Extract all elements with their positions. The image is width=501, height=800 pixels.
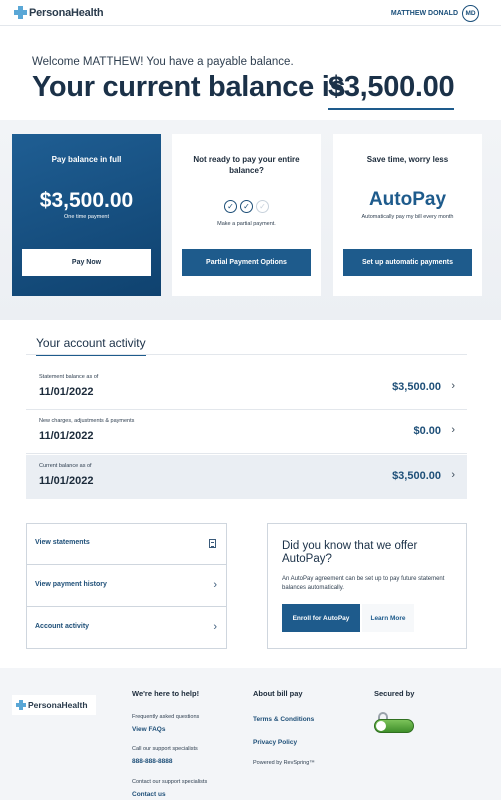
call-label: Call our support specialists [132,746,198,752]
phone-link[interactable]: 888-888-8888 [132,758,172,765]
brand-logo[interactable]: PersonaHealth [14,6,104,19]
card-subtitle: One time payment [64,214,109,220]
partial-payment-options-button[interactable]: Partial Payment Options [182,249,311,276]
view-statements-link[interactable]: View statements [27,524,226,565]
autopay-promo: Did you know that we offer AutoPay? An A… [267,523,467,649]
partial-steps: ✓ ✓ ✓ [172,200,321,213]
activity-label: Current balance as of [39,463,92,469]
contact-us-link[interactable]: Contact us [132,791,166,798]
user-name: MATTHEW DONALD [390,10,458,17]
divider [26,354,467,355]
learn-more-button[interactable]: Learn More [362,604,414,632]
card-subtitle: Automatically pay my bill every month [361,214,454,220]
cross-logo-icon [14,6,27,19]
brand-name: PersonaHealth [29,6,104,19]
promo-title: Did you know that we offer AutoPay? [282,540,418,565]
partial-payment-card: Not ready to pay your entire balance? ✓ … [172,134,321,296]
privacy-link[interactable]: Privacy Policy [253,739,297,746]
avatar[interactable]: MD [462,5,479,22]
document-icon [209,539,216,548]
header: PersonaHealth MATTHEW DONALD MD [0,0,501,26]
activity-date: 11/01/2022 [39,386,94,398]
enroll-autopay-button[interactable]: Enroll for AutoPay [282,604,360,632]
contact-label: Contact our support specialists [132,779,208,785]
check-icon [376,721,386,731]
promo-text: An AutoPay agreement can be set up to pa… [282,576,445,591]
about-heading: About bill pay [253,689,303,698]
account-activity-title: Your account activity [36,336,146,356]
account-activity-link[interactable]: Account activity › [27,608,226,649]
link-label: Account activity [35,623,90,630]
autopay-card: Save time, worry less AutoPay Automatica… [333,134,482,296]
card-title: Not ready to pay your entire balance? [193,155,300,175]
balance-heading: Your current balance is [32,71,346,103]
card-amount: $3,500.00 [39,189,134,212]
activity-amount: $3,500.00 [392,470,441,482]
secured-heading: Secured by [374,689,415,698]
chevron-right-icon: › [213,579,217,591]
secure-seal-icon [374,712,414,734]
chevron-right-icon[interactable]: › [451,424,455,436]
card-subtitle: Make a partial payment. [217,221,276,227]
autopay-headline: AutoPay [368,189,447,210]
terms-link[interactable]: Terms & Conditions [253,716,314,723]
chevron-right-icon[interactable]: › [451,469,455,481]
view-payment-history-link[interactable]: View payment history › [27,566,226,607]
check-circle-icon: ✓ [240,200,253,213]
cross-logo-icon [16,700,26,710]
pay-now-button[interactable]: Pay Now [22,249,151,276]
footer [0,668,501,800]
card-title: Pay balance in full [51,155,122,164]
activity-row-new-charges[interactable]: New charges, adjustments & payments 11/0… [26,410,467,454]
balance-amount: $3,500.00 [328,71,455,110]
activity-amount: $0.00 [413,425,441,437]
activity-row-statement[interactable]: Statement balance as of 11/01/2022 $3,50… [26,366,467,410]
chevron-right-icon: › [213,621,217,633]
pay-in-full-card: Pay balance in full $3,500.00 One time p… [12,134,161,296]
check-circle-icon: ✓ [224,200,237,213]
activity-date: 11/01/2022 [39,430,94,442]
link-label: View statements [35,539,90,546]
activity-label: New charges, adjustments & payments [39,418,135,424]
user-menu[interactable]: MATTHEW DONALD MD [391,5,479,22]
activity-label: Statement balance as of [39,374,99,380]
setup-autopay-button[interactable]: Set up automatic payments [343,249,472,276]
footer-brand-name: PersonaHealth [28,700,88,710]
welcome-message: Welcome MATTHEW! You have a payable bala… [32,56,294,68]
account-links: View statements View payment history › A… [26,523,227,649]
faq-label: Frequently asked questions [132,714,200,720]
powered-by: Powered by RevSpring™ [253,760,315,766]
link-label: View payment history [35,581,107,588]
check-circle-icon: ✓ [256,200,269,213]
footer-brand-logo: PersonaHealth [12,695,96,715]
card-title: Save time, worry less [366,155,449,164]
chevron-right-icon[interactable]: › [451,380,455,392]
view-faqs-link[interactable]: View FAQs [132,726,165,733]
help-heading: We're here to help! [132,689,200,698]
activity-row-current-balance[interactable]: Current balance as of 11/01/2022 $3,500.… [26,455,467,499]
activity-date: 11/01/2022 [39,475,94,487]
activity-amount: $3,500.00 [392,381,441,393]
